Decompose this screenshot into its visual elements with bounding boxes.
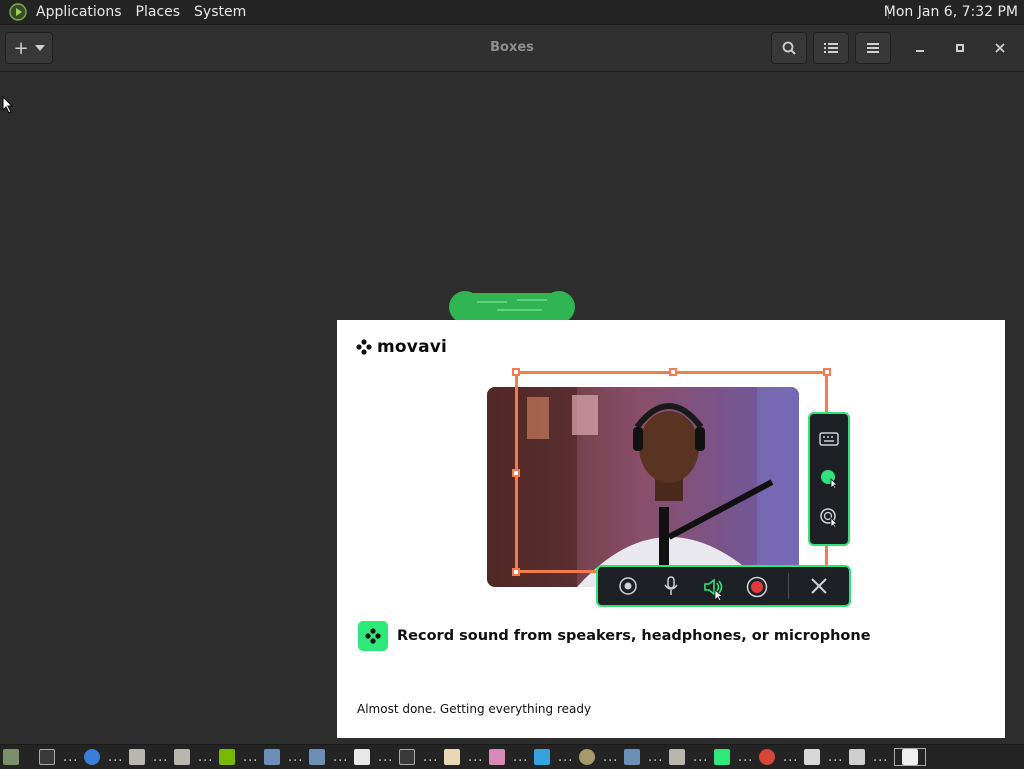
record-icon[interactable] [746, 576, 768, 598]
network-icon [264, 749, 280, 765]
taskbar-item[interactable]: ... [534, 748, 573, 766]
click-effect-icon[interactable] [819, 507, 841, 529]
search-button[interactable] [771, 32, 807, 64]
search-icon [782, 41, 796, 55]
chromium-icon [84, 749, 100, 765]
places-menu[interactable]: Places [129, 0, 188, 24]
panel-menu: Applications Places System [0, 0, 253, 24]
microphone-icon[interactable] [661, 576, 681, 596]
taskbar-item[interactable]: ... [84, 748, 123, 766]
boxes-icon [902, 749, 918, 765]
chrome-icon [759, 749, 775, 765]
archive-7z-icon [354, 749, 370, 765]
taskbar-item[interactable]: ... [804, 748, 843, 766]
network-icon [309, 749, 325, 765]
taskbar-item[interactable]: ... [354, 748, 393, 766]
taskbar-item[interactable]: ... [669, 748, 708, 766]
boxes-header-bar: Boxes + [0, 25, 1024, 72]
brand-logo: movavi [356, 337, 447, 357]
movavi-icon [714, 749, 730, 765]
cursor-highlight-icon[interactable] [819, 468, 841, 490]
feature-text: Record sound from speakers, headphones, … [397, 628, 871, 644]
text-editor-icon [444, 749, 460, 765]
taskbar-item[interactable]: ... [489, 748, 528, 766]
brand-name: movavi [377, 337, 448, 357]
recording-toolbar [596, 565, 851, 607]
close-icon [995, 43, 1005, 53]
file-manager-icon [3, 749, 19, 765]
resize-handle[interactable] [512, 469, 520, 477]
applications-menu[interactable]: Applications [29, 0, 129, 24]
disk-icon [579, 749, 595, 765]
terminal-icon [39, 749, 55, 765]
screenshot-icon [849, 749, 865, 765]
feature-caption: Record sound from speakers, headphones, … [358, 621, 871, 651]
movavi-logo-icon [356, 339, 372, 355]
resize-handle[interactable] [669, 368, 677, 376]
maximize-button[interactable] [950, 38, 970, 58]
folder-icon [174, 749, 190, 765]
mouse-pointer-icon [2, 96, 14, 114]
taskbar-item[interactable]: ... [759, 748, 798, 766]
taskbar-item[interactable]: ... [264, 748, 303, 766]
installer-splash: movavi Record sound from speakers, headp… [337, 320, 1005, 738]
taskbar-item[interactable]: ... [309, 748, 348, 766]
main-menu-button[interactable] [855, 32, 891, 64]
clock[interactable]: Mon Jan 6, 7:32 PM [884, 0, 1018, 24]
webcam-icon[interactable] [618, 576, 638, 596]
taskbar-item[interactable]: ... [444, 748, 483, 766]
speaker-icon[interactable] [702, 576, 726, 600]
nvidia-icon [219, 749, 235, 765]
taskbar-item[interactable]: ... [579, 748, 618, 766]
folder-icon [129, 749, 145, 765]
terminal-icon [399, 749, 415, 765]
folder-icon [669, 749, 685, 765]
image-viewer-icon [489, 749, 505, 765]
taskbar-item[interactable]: ... [399, 748, 438, 766]
maximize-icon [956, 44, 964, 52]
taskbar-item[interactable]: ... [714, 748, 753, 766]
taskbar-item[interactable]: ... [849, 748, 888, 766]
taskbar-item[interactable]: ... [39, 748, 78, 766]
list-view-button[interactable] [813, 32, 849, 64]
side-toolbar [808, 412, 850, 546]
movavi-feature-icon [358, 621, 388, 651]
taskbar-item-file-manager[interactable] [3, 748, 19, 766]
taskbar-item[interactable]: ... [624, 748, 663, 766]
toolbar-divider [788, 573, 789, 599]
hamburger-menu-icon [867, 43, 879, 53]
resize-handle[interactable] [823, 368, 831, 376]
taskbar-item-boxes-active[interactable] [894, 748, 926, 766]
minimize-icon [916, 50, 924, 52]
capture-selection-frame[interactable] [512, 368, 831, 576]
taskbar-item[interactable]: ... [174, 748, 213, 766]
taskbar-item[interactable]: ... [219, 748, 258, 766]
system-menu[interactable]: System [187, 0, 253, 24]
keyboard-icon[interactable] [819, 432, 839, 446]
close-icon[interactable] [810, 577, 828, 595]
resize-handle[interactable] [512, 568, 520, 576]
taskbar: ... ... ... ... ... ... ... ... ... ... … [0, 744, 1024, 769]
close-window-button[interactable] [990, 38, 1010, 58]
background-graphic-icon [449, 291, 575, 322]
plus-icon: + [13, 37, 29, 59]
package-icon [804, 749, 820, 765]
list-view-icon [824, 43, 838, 53]
taskbar-item[interactable]: ... [129, 748, 168, 766]
play-store-icon [534, 749, 550, 765]
minimize-button[interactable] [910, 38, 930, 58]
new-box-button[interactable]: + [5, 32, 53, 64]
top-panel: Applications Places System Mon Jan 6, 7:… [0, 0, 1024, 25]
network-icon [624, 749, 640, 765]
distro-logo-icon[interactable] [9, 3, 27, 21]
status-text: Almost done. Getting everything ready [357, 702, 592, 716]
chevron-down-icon [34, 45, 45, 51]
resize-handle[interactable] [512, 368, 520, 376]
